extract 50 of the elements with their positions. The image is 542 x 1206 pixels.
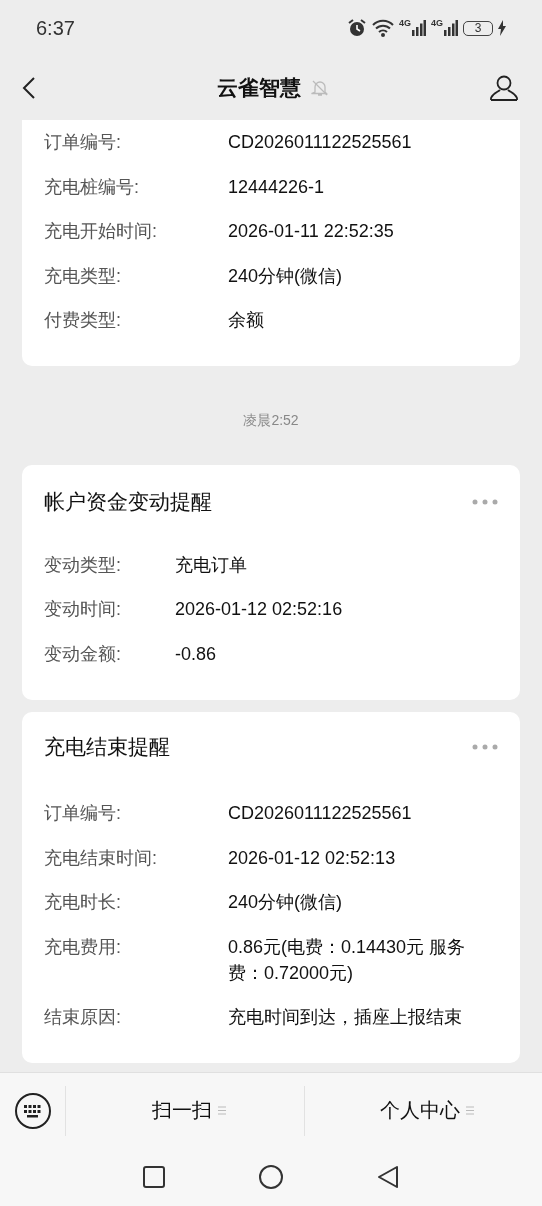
field-label: 付费类型: bbox=[44, 309, 122, 332]
field-label: 充电时长: bbox=[44, 891, 122, 914]
battery-level: 3 bbox=[463, 20, 493, 36]
field-value: 余额 bbox=[228, 309, 265, 332]
field-value: 2026-01-12 02:52:16 bbox=[175, 598, 344, 621]
signal-icon bbox=[444, 20, 458, 36]
back-icon[interactable] bbox=[22, 76, 36, 100]
charging-icon bbox=[498, 20, 506, 36]
field-value: CD2026011122525561 bbox=[228, 802, 413, 825]
field-label: 充电结束时间: bbox=[44, 846, 158, 870]
field-value: 240分钟(微信) bbox=[228, 264, 344, 288]
field-label: 变动类型: bbox=[44, 553, 122, 577]
signal-icon bbox=[412, 20, 426, 36]
field-value: 240分钟(微信) bbox=[228, 891, 344, 914]
field-label: 充电费用: bbox=[44, 935, 122, 959]
alarm-icon bbox=[346, 18, 367, 38]
keyboard-icon[interactable] bbox=[13, 1091, 52, 1130]
field-value: 2026-01-11 22:52:35 bbox=[228, 220, 395, 243]
menu-icon bbox=[217, 1106, 226, 1115]
home-icon[interactable] bbox=[259, 1165, 283, 1189]
profile-icon[interactable] bbox=[490, 75, 518, 101]
field-value: 充电时间到达，插座上报结束 bbox=[228, 1005, 463, 1029]
wifi-icon bbox=[371, 19, 394, 37]
field-label: 订单编号: bbox=[44, 802, 122, 825]
field-value: CD2026011122525561 bbox=[228, 131, 413, 154]
field-label: 充电类型: bbox=[44, 264, 122, 288]
field-value: 12444226-1 bbox=[228, 175, 326, 199]
menu-button[interactable]: 个人中心 bbox=[380, 1097, 461, 1124]
field-label: 结束原因: bbox=[44, 1005, 122, 1029]
timestamp: 凌晨2:52 bbox=[243, 410, 299, 430]
network-label: 4G bbox=[398, 18, 411, 28]
menu-icon bbox=[466, 1106, 475, 1115]
card-title: 充电结束提醒 bbox=[44, 734, 170, 760]
network-label: 4G bbox=[431, 18, 443, 28]
field-value: 2026-01-12 02:52:13 bbox=[228, 846, 397, 870]
field-label: 订单编号: bbox=[44, 131, 122, 154]
status-time: 6:37 bbox=[36, 16, 76, 40]
field-value: 充电订单 bbox=[175, 553, 248, 577]
card-title: 帐户资金变动提醒 bbox=[44, 488, 212, 515]
chat-title: 云雀智慧 bbox=[217, 75, 301, 101]
field-label: 充电开始时间: bbox=[44, 220, 158, 243]
field-value: -0.86 bbox=[175, 642, 218, 666]
back-icon[interactable] bbox=[377, 1165, 399, 1189]
field-label: 充电桩编号: bbox=[44, 175, 140, 199]
field-label: 变动金额: bbox=[44, 642, 122, 666]
field-value: 0.86元(电费：0.14430元 服务费：0.72000元) bbox=[228, 935, 467, 985]
recents-icon[interactable] bbox=[143, 1166, 165, 1188]
menu-button[interactable]: 扫一扫 bbox=[151, 1097, 212, 1124]
muted-bell-icon bbox=[311, 79, 329, 97]
field-label: 变动时间: bbox=[44, 598, 122, 621]
